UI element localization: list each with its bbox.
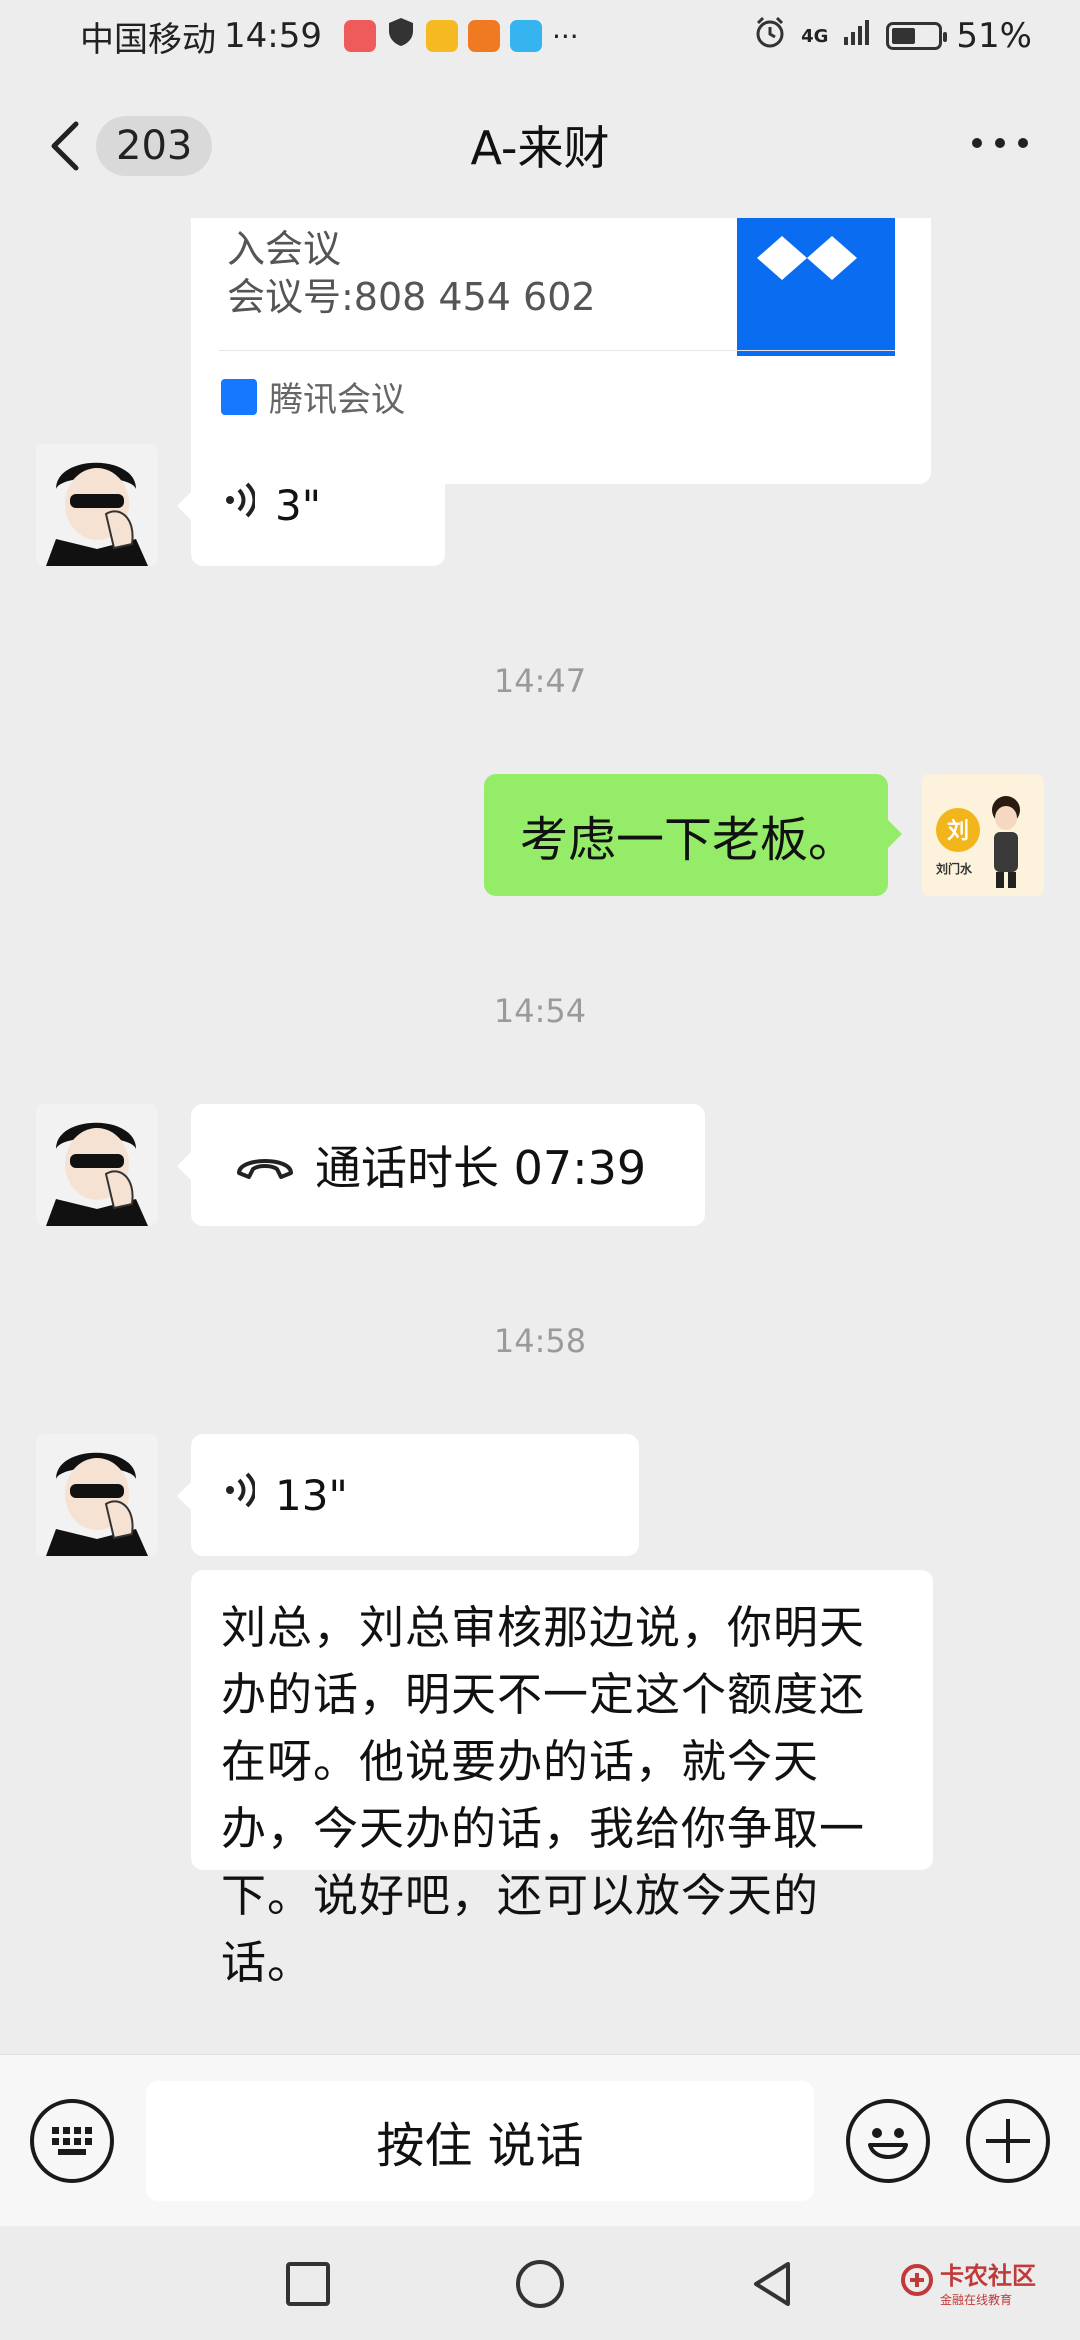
keyboard-icon[interactable] [30, 2099, 114, 2183]
contact-avatar[interactable] [36, 1104, 158, 1226]
input-bar: 按住 说话 [0, 2054, 1080, 2226]
hold-to-talk-button[interactable]: 按住 说话 [146, 2081, 814, 2201]
system-nav-bar: 卡农社区 金融在线教育 [0, 2226, 1080, 2340]
card-divider [219, 350, 895, 351]
voice-wave-icon [221, 1470, 257, 1520]
watermark-title: 卡农社区 [940, 2262, 1036, 2290]
voice-message-bubble[interactable]: 13" [177, 1434, 639, 1556]
voice-duration: 13" [275, 1470, 348, 1520]
timestamp: 14:58 [493, 1322, 587, 1360]
watermark-subtitle: 金融在线教育 [940, 2293, 1013, 2307]
recent-apps-icon[interactable] [286, 2262, 330, 2306]
call-duration-text: 通话时长 07:39 [315, 1141, 647, 1195]
voice-message-bubble[interactable]: 3" [177, 444, 445, 566]
voice-duration: 3" [275, 480, 322, 530]
signal-icon [842, 16, 872, 56]
meeting-thumbnail [737, 218, 895, 356]
unread-count-badge[interactable]: 203 [96, 116, 213, 176]
alarm-icon [753, 15, 787, 58]
avatar-name: 刘门水 [936, 862, 973, 876]
chat-header: 203 A-来财 [0, 72, 1080, 218]
contact-avatar[interactable] [36, 444, 158, 566]
watermark-logo-icon [900, 2263, 934, 2301]
app-notification-icon [343, 20, 376, 52]
contact-avatar[interactable] [36, 1434, 158, 1556]
meeting-source-label: 腾讯会议 [269, 380, 405, 420]
meeting-source: 腾讯会议 [221, 372, 405, 421]
nav-back-icon[interactable] [748, 2258, 796, 2314]
watermark: 卡农社区 金融在线教育 [900, 2256, 1036, 2308]
battery-icon [886, 22, 948, 50]
voice-transcript-bubble[interactable]: 刘总，刘总审核那边说，你明天办的话，明天不一定这个额度还在呀。他说要办的话，就今… [191, 1570, 933, 1989]
chat-message-list[interactable]: 入会议 会议号:808 454 602 腾讯会议 3" 14:47 考虑一下老板… [0, 218, 1080, 2054]
my-avatar[interactable]: 刘 刘门水 [922, 774, 1044, 896]
more-notifications-icon: ··· [551, 19, 579, 53]
app-orange-icon [467, 20, 500, 52]
app-video-icon [509, 20, 542, 52]
emoji-icon[interactable] [846, 2099, 930, 2183]
status-bar: 中国移动 14:59 ··· 4G 51% [0, 0, 1080, 72]
voice-wave-icon [221, 480, 257, 530]
voice-transcript-text: 刘总，刘总审核那边说，你明天办的话，明天不一定这个额度还在呀。他说要办的话，就今… [221, 1601, 866, 1989]
more-dots-icon[interactable] [972, 138, 1028, 148]
battery-percent: 51% [956, 16, 1032, 56]
carrier-label: 中国移动 [80, 19, 216, 60]
meeting-id: 会议号:808 454 602 [227, 275, 596, 319]
call-record-bubble[interactable]: 通话时长 07:39 [177, 1104, 705, 1226]
home-icon[interactable] [516, 2260, 564, 2308]
weibo-icon [425, 20, 458, 52]
chevron-left-icon[interactable] [44, 120, 92, 172]
outgoing-message-text: 考虑一下老板。 [520, 812, 857, 868]
network-label: 4G [801, 25, 829, 47]
clock: 14:59 [224, 16, 322, 56]
meeting-card-partial-line: 入会议 [227, 227, 342, 271]
shield-icon [386, 16, 416, 57]
chat-title: A-来财 [470, 121, 610, 175]
phone-hangup-icon [235, 1138, 295, 1192]
avatar-name-char: 刘 [947, 819, 970, 844]
plus-icon[interactable] [966, 2099, 1050, 2183]
timestamp: 14:54 [493, 992, 587, 1030]
tencent-meeting-logo-icon [221, 378, 257, 415]
outgoing-message-bubble[interactable]: 考虑一下老板。 [484, 774, 902, 896]
timestamp: 14:47 [493, 662, 587, 700]
